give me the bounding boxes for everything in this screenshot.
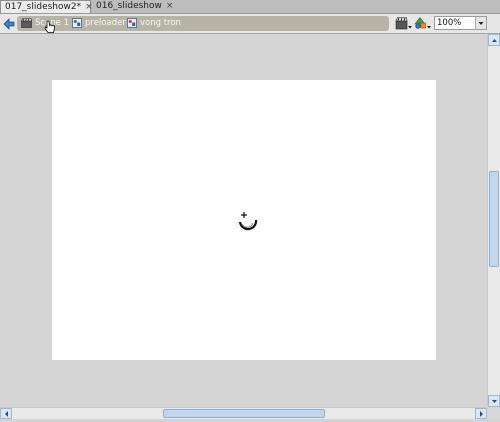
document-tab-bar: 017_slideshow2* × 016_slideshow × — [0, 0, 500, 14]
tab-label: 017_slideshow2* — [5, 2, 82, 12]
scroll-down-button[interactable] — [488, 395, 500, 407]
breadcrumb: Scene 1 preloader vong tron — [17, 16, 389, 33]
movieclip-icon — [127, 17, 137, 28]
breadcrumb-label: preloader — [85, 18, 126, 28]
edit-bar: Scene 1 preloader vong tron 100% — [0, 14, 500, 34]
back-arrow-icon[interactable] — [2, 17, 16, 31]
hand-cursor-icon — [44, 20, 55, 33]
clapper-icon[interactable] — [395, 16, 413, 31]
vertical-scroll-thumb[interactable] — [489, 171, 499, 267]
tab-label: 016_slideshow — [96, 1, 162, 11]
tab-017-slideshow2[interactable]: 017_slideshow2* × — [0, 0, 93, 13]
breadcrumb-preloader[interactable]: preloader — [72, 16, 126, 31]
horizontal-scroll-thumb[interactable] — [163, 409, 325, 418]
movieclip-icon — [72, 17, 82, 28]
scroll-up-button[interactable] — [488, 34, 500, 46]
breadcrumb-vong-tron[interactable]: vong tron — [127, 16, 181, 31]
scroll-right-button[interactable] — [475, 408, 487, 419]
breadcrumb-label: vong tron — [140, 18, 181, 28]
zoom-select[interactable]: 100% — [434, 16, 487, 30]
chevron-down-icon[interactable] — [475, 17, 486, 29]
registration-point-icon — [238, 212, 258, 231]
close-icon[interactable]: × — [166, 0, 174, 13]
zoom-value: 100% — [437, 18, 462, 28]
tab-016-slideshow[interactable]: 016_slideshow × — [92, 0, 173, 13]
scrollbar-corner — [487, 407, 500, 419]
symbols-icon[interactable] — [414, 16, 432, 31]
scroll-left-button[interactable] — [0, 408, 12, 419]
stage-canvas[interactable] — [52, 80, 436, 360]
horizontal-scrollbar[interactable] — [0, 407, 487, 419]
pasteboard[interactable] — [0, 34, 487, 407]
scene-icon — [21, 17, 32, 28]
vertical-scrollbar[interactable] — [487, 34, 500, 407]
